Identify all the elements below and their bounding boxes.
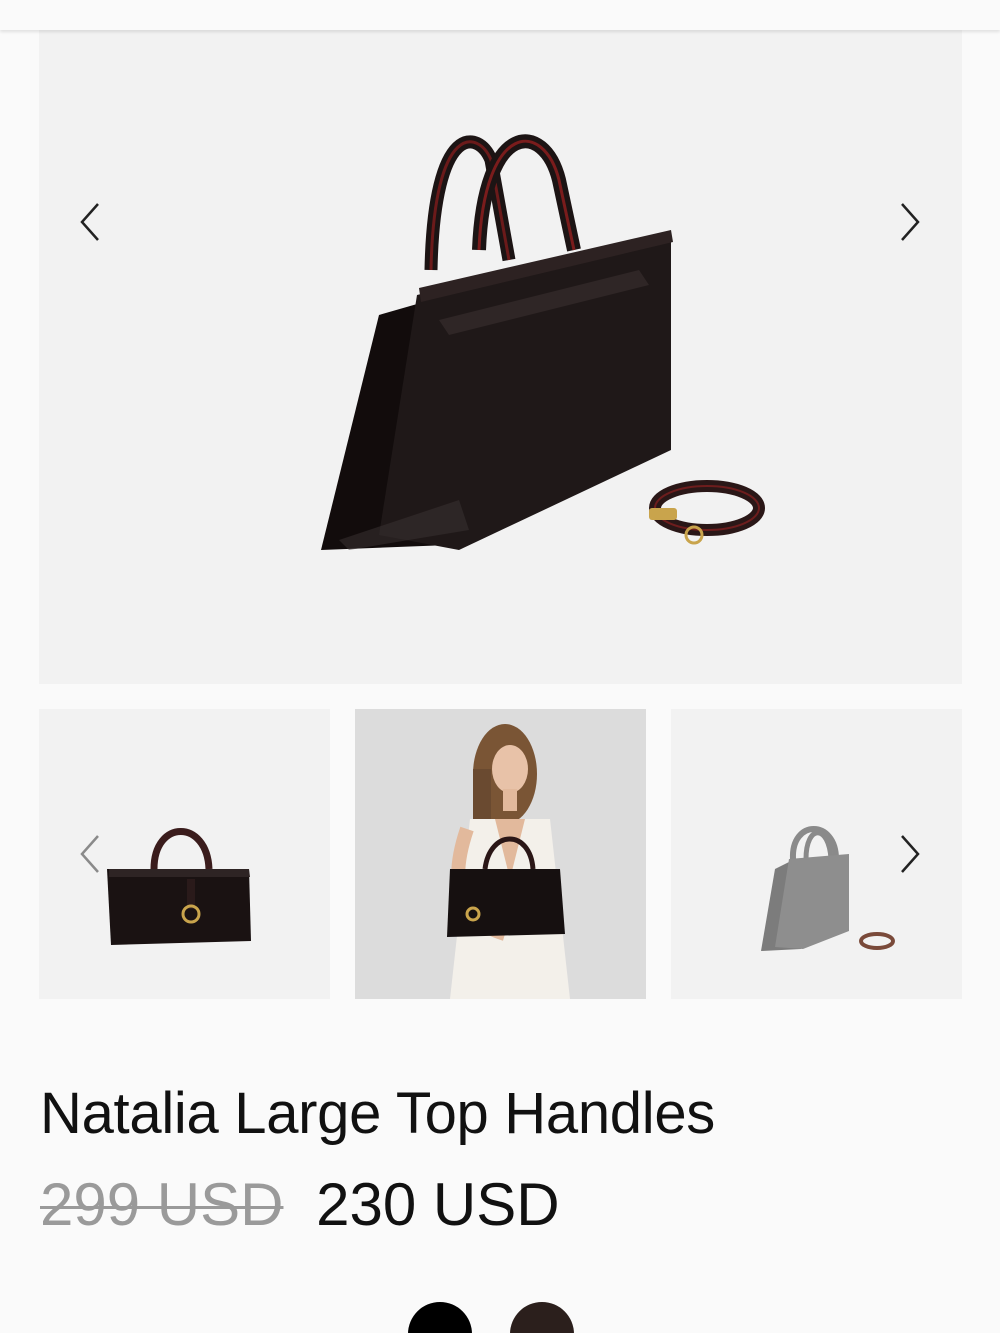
thumbs-prev-button[interactable] [65,824,115,884]
product-title: Natalia Large Top Handles [40,1081,715,1146]
handbag-illustration [321,134,765,550]
color-swatch-black[interactable] [408,1302,472,1333]
thumbs-next-button[interactable] [885,824,935,884]
chevron-right-icon [901,203,920,241]
old-price: 299 USD [40,1171,284,1238]
price-row: 299 USD 230 USD [40,1170,560,1239]
next-image-button[interactable] [885,192,935,252]
thumbnail-2[interactable] [355,709,646,999]
top-bar [0,0,1000,30]
color-swatch-brown[interactable] [510,1302,574,1333]
prev-image-button[interactable] [65,192,115,252]
chevron-left-icon [80,835,99,873]
chevron-left-icon [80,203,99,241]
sale-price: 230 USD [316,1171,560,1238]
chevron-right-icon [901,835,920,873]
model-thumbnail [355,709,646,999]
main-product-image[interactable] [39,30,962,684]
thumbnail-strip [39,709,962,999]
